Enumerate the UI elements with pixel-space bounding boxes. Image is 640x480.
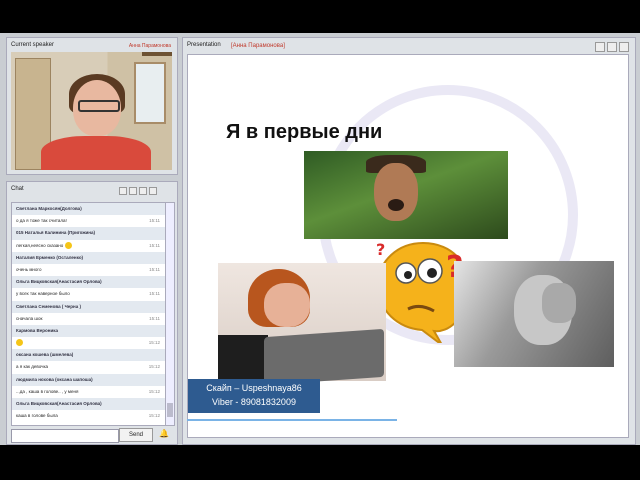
chat-author: Наталия Ерменко (Осталенко) (12, 251, 166, 264)
chat-input[interactable] (11, 429, 119, 443)
chat-message: легкая,неясно сказано 15:11 (16, 241, 160, 249)
smiley-icon (64, 241, 72, 249)
chat-message: сначала шок 15:11 (16, 315, 160, 321)
chat-author: Светлана Семенова ( Черна ) (12, 300, 166, 313)
slide: Я в первые дни ? ? Скайп – (187, 54, 629, 438)
pirate-image (304, 151, 508, 239)
chat-message: очень много 15:11 (16, 266, 160, 272)
app-window: Current speaker Анна Парамонова Chat Све… (0, 33, 640, 445)
presentation-toolbar (595, 42, 629, 52)
chat-title: Chat (11, 186, 24, 192)
chat-scrollbar[interactable] (165, 202, 175, 426)
chat-tool-icon[interactable] (139, 187, 147, 195)
chat-tool-icon[interactable] (129, 187, 137, 195)
speaker-video (11, 52, 172, 170)
chat-author: Ольга Вицковская(Анастасия Орлова) (12, 398, 166, 411)
speaker-panel: Current speaker Анна Парамонова (6, 37, 178, 175)
chat-panel: Chat Светлана Маркосян(Долгова) о да я т… (6, 181, 178, 445)
slide-progress-bar (187, 419, 397, 421)
svg-text:?: ? (376, 240, 385, 259)
contact-box: Скайп – Uspeshnaya86 Viber - 89081832009 (188, 379, 320, 413)
viber-contact: Viber - 89081832009 (212, 397, 296, 407)
chat-author: 015 Наталья Калинина (Пригожина) (12, 227, 166, 240)
skype-contact: Скайп – Uspeshnaya86 (206, 383, 302, 393)
chat-author: людмила нохова (оксана шапоша) (12, 373, 166, 386)
presentation-title: Presentation (187, 42, 221, 48)
bell-icon[interactable]: 🔔 (159, 429, 169, 438)
smiley-icon (16, 339, 23, 347)
chat-tool-icon[interactable] (149, 187, 157, 195)
current-speaker-name: Анна Парамонова (128, 43, 171, 49)
chat-scrollbar-thumb[interactable] (167, 403, 173, 417)
slide-title: Я в первые дни (226, 121, 383, 143)
chat-author: Ольга Вицковская(Анастасия Орлова) (12, 276, 166, 289)
presenter-name: [Анна Парамонова] (231, 43, 285, 49)
maximize-icon[interactable] (619, 42, 629, 52)
presentation-panel: Presentation [Анна Парамонова] Я в первы… (182, 37, 636, 445)
chat-message: о да я тоже так считала! 15:11 (16, 218, 160, 224)
chat-message-list[interactable]: Светлана Маркосян(Долгова) о да я тоже т… (11, 202, 167, 426)
chat-message: у всех так наверное было 15:11 (16, 291, 160, 297)
girl-photo-image (454, 261, 614, 367)
zoom-icon[interactable] (607, 42, 617, 52)
chat-toolbar (119, 187, 157, 195)
chat-message: ...да , каша в голове.. , у меня 15:12 (16, 388, 160, 394)
send-button[interactable]: Send (119, 428, 153, 442)
speaker-panel-title: Current speaker (11, 42, 55, 48)
chat-message: каша в голове была 15:12 (16, 413, 160, 419)
chat-tool-icon[interactable] (119, 187, 127, 195)
chat-author: Кармова Вероника (12, 324, 166, 338)
chat-message: 15:12 (12, 337, 166, 349)
woman-laptop-image (218, 263, 386, 386)
chat-message: а я как девочка 15:12 (16, 364, 160, 370)
chat-author: Светлана Маркосян(Долгова) (12, 203, 166, 216)
chat-author: оксана кошева (шмелева) (12, 349, 166, 362)
fit-icon[interactable] (595, 42, 605, 52)
